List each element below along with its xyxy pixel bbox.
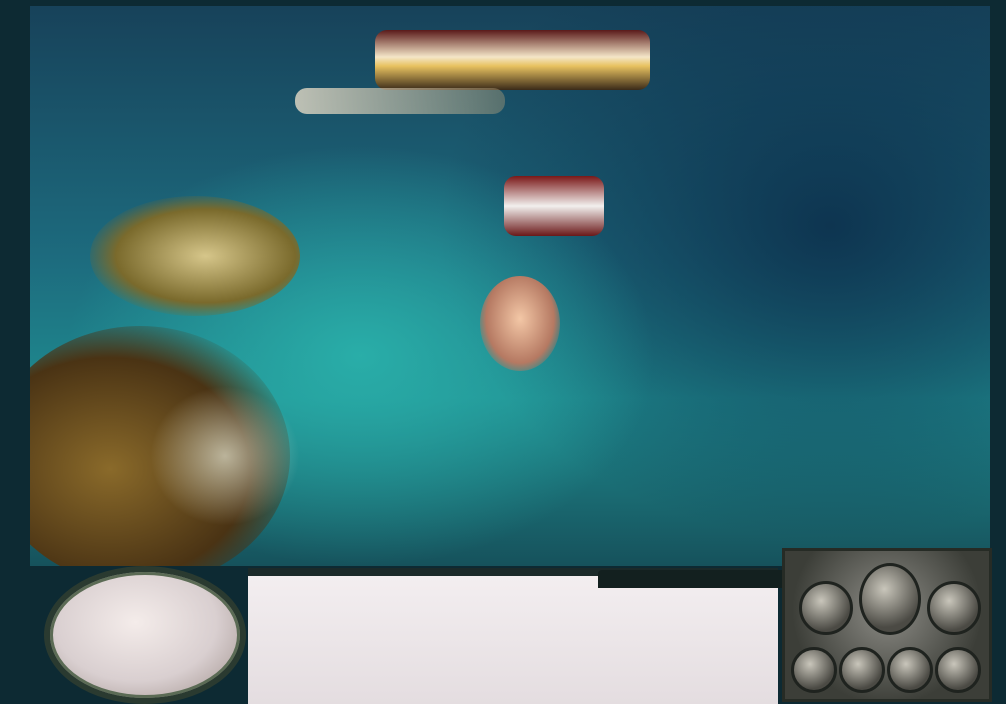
minimap[interactable]: [44, 566, 246, 704]
game-viewport[interactable]: [30, 6, 990, 566]
command-button-6[interactable]: [887, 647, 933, 693]
island-northwest: [90, 196, 300, 316]
creature-unit[interactable]: [480, 276, 560, 371]
ship-unit-top[interactable]: [375, 30, 650, 90]
message-panel: [248, 568, 858, 704]
command-button-3[interactable]: [927, 581, 981, 635]
command-button-4[interactable]: [791, 647, 837, 693]
command-button-2[interactable]: [859, 563, 921, 635]
command-panel: [782, 548, 992, 702]
bottom-hud: [30, 548, 992, 704]
ship-unit-top-shadow: [295, 88, 505, 114]
coast-foam: [150, 386, 300, 526]
command-button-1[interactable]: [799, 581, 853, 635]
game-frame: [0, 0, 1006, 704]
command-button-7[interactable]: [935, 647, 981, 693]
command-button-5[interactable]: [839, 647, 885, 693]
ship-unit-middle[interactable]: [504, 176, 604, 236]
